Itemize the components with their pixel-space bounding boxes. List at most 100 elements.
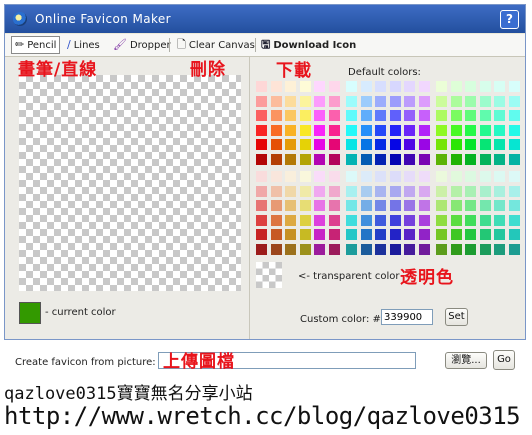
palette-swatch[interactable] — [389, 214, 401, 226]
palette-swatch[interactable] — [404, 171, 415, 182]
palette-swatch[interactable] — [360, 81, 372, 92]
palette-swatch[interactable] — [314, 200, 325, 211]
palette-swatch[interactable] — [389, 229, 401, 240]
palette-swatch[interactable] — [436, 124, 447, 136]
palette-swatch[interactable] — [494, 229, 505, 240]
palette-swatch[interactable] — [479, 95, 491, 107]
palette-swatch[interactable] — [494, 95, 505, 107]
palette-swatch[interactable] — [404, 139, 415, 150]
palette-swatch[interactable] — [508, 214, 520, 226]
palette-swatch[interactable] — [404, 95, 415, 107]
palette-swatch[interactable] — [256, 185, 267, 197]
palette-swatch[interactable] — [508, 229, 520, 240]
lines-tool-button[interactable]: ∕ Lines — [67, 37, 100, 53]
palette-swatch[interactable] — [436, 243, 447, 255]
palette-swatch[interactable] — [479, 171, 491, 182]
palette-swatch[interactable] — [450, 243, 462, 255]
palette-swatch[interactable] — [404, 243, 415, 255]
palette-swatch[interactable] — [389, 153, 401, 165]
clear-canvas-button[interactable]: 🗋 Clear Canvas — [177, 37, 255, 53]
palette-swatch[interactable] — [256, 139, 267, 150]
palette-swatch[interactable] — [450, 153, 462, 165]
go-button[interactable]: Go — [493, 350, 515, 370]
palette-swatch[interactable] — [328, 185, 340, 197]
drawing-canvas[interactable] — [19, 75, 241, 291]
palette-swatch[interactable] — [418, 229, 430, 240]
palette-swatch[interactable] — [418, 124, 430, 136]
palette-swatch[interactable] — [465, 110, 476, 121]
palette-swatch[interactable] — [270, 243, 282, 255]
dropper-tool-button[interactable]: 🖌 Dropper — [113, 37, 171, 53]
palette-swatch[interactable] — [270, 185, 282, 197]
palette-swatch[interactable] — [494, 185, 505, 197]
palette-swatch[interactable] — [436, 81, 447, 92]
palette-swatch[interactable] — [418, 81, 430, 92]
palette-swatch[interactable] — [256, 171, 267, 182]
palette-swatch[interactable] — [479, 185, 491, 197]
palette-swatch[interactable] — [270, 171, 282, 182]
palette-swatch[interactable] — [285, 229, 296, 240]
palette-swatch[interactable] — [375, 95, 386, 107]
palette-swatch[interactable] — [314, 185, 325, 197]
palette-swatch[interactable] — [285, 200, 296, 211]
palette-swatch[interactable] — [285, 171, 296, 182]
palette-swatch[interactable] — [346, 214, 357, 226]
palette-swatch[interactable] — [328, 139, 340, 150]
palette-swatch[interactable] — [256, 243, 267, 255]
palette-swatch[interactable] — [328, 81, 340, 92]
palette-swatch[interactable] — [314, 229, 325, 240]
palette-swatch[interactable] — [360, 139, 372, 150]
palette-swatch[interactable] — [508, 171, 520, 182]
palette-swatch[interactable] — [389, 110, 401, 121]
palette-swatch[interactable] — [479, 124, 491, 136]
palette-swatch[interactable] — [314, 153, 325, 165]
palette-swatch[interactable] — [270, 95, 282, 107]
palette-swatch[interactable] — [256, 81, 267, 92]
palette-swatch[interactable] — [360, 124, 372, 136]
palette-swatch[interactable] — [418, 95, 430, 107]
palette-swatch[interactable] — [346, 185, 357, 197]
palette-swatch[interactable] — [465, 171, 476, 182]
palette-swatch[interactable] — [285, 95, 296, 107]
palette-swatch[interactable] — [328, 214, 340, 226]
palette-swatch[interactable] — [418, 200, 430, 211]
custom-color-input[interactable] — [381, 309, 433, 325]
palette-swatch[interactable] — [418, 139, 430, 150]
palette-swatch[interactable] — [404, 214, 415, 226]
palette-swatch[interactable] — [375, 243, 386, 255]
palette-swatch[interactable] — [479, 110, 491, 121]
palette-swatch[interactable] — [436, 185, 447, 197]
palette-swatch[interactable] — [450, 200, 462, 211]
palette-swatch[interactable] — [299, 200, 311, 211]
palette-swatch[interactable] — [479, 81, 491, 92]
palette-swatch[interactable] — [436, 139, 447, 150]
palette-swatch[interactable] — [270, 124, 282, 136]
palette-swatch[interactable] — [450, 214, 462, 226]
palette-swatch[interactable] — [389, 124, 401, 136]
palette-swatch[interactable] — [328, 200, 340, 211]
palette-swatch[interactable] — [360, 214, 372, 226]
palette-swatch[interactable] — [285, 110, 296, 121]
palette-swatch[interactable] — [436, 95, 447, 107]
palette-swatch[interactable] — [360, 243, 372, 255]
palette-swatch[interactable] — [479, 243, 491, 255]
palette-swatch[interactable] — [360, 200, 372, 211]
palette-swatch[interactable] — [508, 200, 520, 211]
palette-swatch[interactable] — [346, 139, 357, 150]
palette-swatch[interactable] — [404, 200, 415, 211]
palette-swatch[interactable] — [436, 214, 447, 226]
palette-swatch[interactable] — [328, 243, 340, 255]
palette-swatch[interactable] — [314, 139, 325, 150]
palette-swatch[interactable] — [270, 153, 282, 165]
palette-swatch[interactable] — [314, 124, 325, 136]
palette-swatch[interactable] — [314, 171, 325, 182]
palette-swatch[interactable] — [270, 110, 282, 121]
palette-swatch[interactable] — [436, 110, 447, 121]
palette-swatch[interactable] — [360, 110, 372, 121]
palette-swatch[interactable] — [375, 229, 386, 240]
palette-swatch[interactable] — [256, 124, 267, 136]
palette-swatch[interactable] — [299, 95, 311, 107]
palette-swatch[interactable] — [346, 124, 357, 136]
palette-swatch[interactable] — [494, 200, 505, 211]
palette-swatch[interactable] — [465, 185, 476, 197]
